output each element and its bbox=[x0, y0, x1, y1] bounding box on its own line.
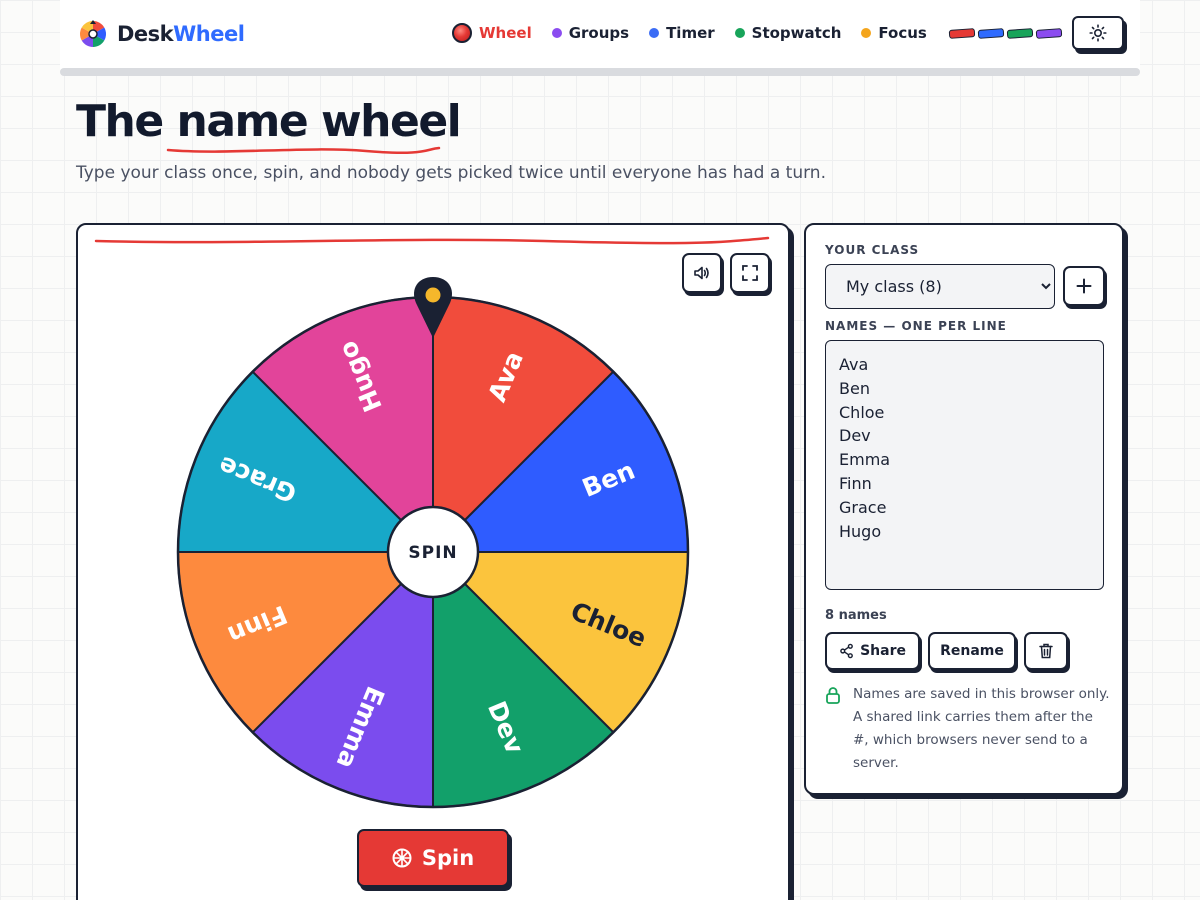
groups-dot-icon bbox=[551, 28, 562, 38]
brand-link[interactable]: DeskWheel bbox=[79, 16, 245, 52]
green-chip-icon bbox=[1006, 27, 1034, 39]
plus-icon bbox=[1076, 278, 1092, 294]
nav-item-timer[interactable]: Timer bbox=[649, 24, 715, 42]
name-wheel[interactable]: AvaBenChloeDevEmmaFinnGraceHugo SPIN bbox=[174, 273, 694, 813]
nav-item-label: Stopwatch bbox=[751, 24, 842, 42]
nav-item-focus[interactable]: Focus bbox=[861, 24, 927, 42]
share-button[interactable]: Share bbox=[825, 632, 920, 670]
focus-dot-icon bbox=[861, 28, 872, 38]
main-nav: Wheel Groups Timer Stopwatch Focus bbox=[452, 18, 1063, 48]
trash-icon bbox=[1039, 643, 1053, 659]
privacy-text: Names are saved in this browser only. A … bbox=[853, 686, 1110, 771]
theme-toggle-button[interactable] bbox=[1072, 16, 1124, 50]
blue-chip-icon bbox=[977, 27, 1005, 39]
page: DeskWheel Wheel Groups Timer Stopwatch F… bbox=[0, 0, 1200, 900]
nav-item-groups[interactable]: Groups bbox=[551, 24, 630, 42]
wheel-ball-icon bbox=[452, 23, 472, 43]
nav-item-wheel[interactable]: Wheel bbox=[452, 23, 532, 43]
lock-icon bbox=[826, 687, 840, 704]
spin-button[interactable]: Spin bbox=[357, 829, 509, 887]
spin-hub-label: SPIN bbox=[408, 543, 457, 563]
timer-dot-icon bbox=[649, 28, 660, 38]
stopwatch-dot-icon bbox=[734, 28, 745, 38]
wheel-card: Ava Ben Chloe Dev Emma Finn Grace Hugo SPIN Spi… bbox=[76, 223, 790, 900]
class-actions: Share Rename bbox=[825, 632, 1068, 670]
page-title: The name wheel bbox=[76, 96, 462, 147]
rename-button-label: Rename bbox=[940, 643, 1004, 659]
fullscreen-button[interactable] bbox=[730, 253, 770, 293]
top-bar: DeskWheel Wheel Groups Timer Stopwatch F… bbox=[60, 0, 1140, 70]
nav-item-label: Groups bbox=[568, 24, 630, 42]
names-label: NAMES — ONE PER LINE bbox=[825, 319, 1007, 333]
brand-name: DeskWheel bbox=[117, 22, 245, 46]
page-subtitle: Type your class once, spin, and nobody g… bbox=[76, 163, 826, 183]
title-underline-scribble bbox=[166, 146, 441, 155]
card-scribble bbox=[94, 236, 770, 245]
sun-icon bbox=[1089, 24, 1107, 42]
class-select[interactable]: My class (8) bbox=[825, 264, 1055, 309]
names-count: 8 names bbox=[825, 608, 887, 623]
purple-chip-icon bbox=[1035, 27, 1063, 39]
add-class-button[interactable] bbox=[1063, 266, 1105, 306]
nav-item-label: Focus bbox=[878, 24, 927, 42]
privacy-note: Names are saved in this browser only. A … bbox=[825, 683, 1110, 775]
fullscreen-icon bbox=[742, 265, 758, 281]
wheel-logo-icon bbox=[79, 20, 107, 47]
nav-item-stopwatch[interactable]: Stopwatch bbox=[734, 24, 842, 42]
speaker-icon bbox=[694, 266, 709, 280]
delete-button[interactable] bbox=[1024, 632, 1068, 670]
rename-button[interactable]: Rename bbox=[928, 632, 1016, 670]
class-label: YOUR CLASS bbox=[825, 243, 920, 257]
color-chips bbox=[948, 27, 1063, 39]
spin-button-label: Spin bbox=[421, 846, 475, 870]
wheel-icon bbox=[392, 848, 412, 868]
class-panel: YOUR CLASS My class (8) NAMES — ONE PER … bbox=[804, 223, 1124, 795]
nav-item-label: Timer bbox=[666, 24, 715, 42]
names-textarea[interactable]: Ava Ben Chloe Dev Emma Finn Grace Hugo bbox=[825, 340, 1104, 590]
share-icon bbox=[840, 643, 853, 659]
nav-item-label: Wheel bbox=[479, 24, 532, 42]
share-button-label: Share bbox=[860, 643, 906, 659]
red-chip-icon bbox=[948, 27, 976, 39]
header-divider bbox=[60, 68, 1140, 76]
